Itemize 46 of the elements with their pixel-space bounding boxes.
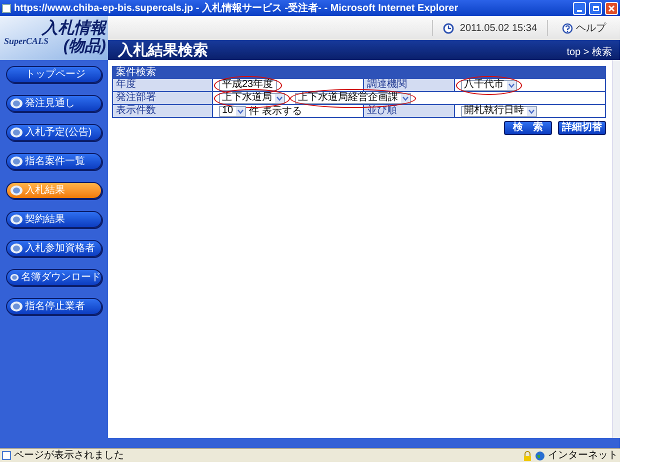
page-icon [2,451,11,460]
select-field[interactable]: 八千代市 [461,80,517,90]
select-field[interactable]: 平成23年度 [219,80,278,90]
select-field[interactable]: 開札執行日時 [461,106,537,116]
form-button[interactable]: 検 索 [504,121,552,135]
date-time: 2011.05.02 15:34 [460,22,537,36]
help-icon [562,22,573,34]
minimize-button[interactable] [573,2,586,14]
field-label: 年度 [113,79,213,91]
window-title: https://www.chiba-ep-bis.supercals.jp - 入札情報サービス -受注者- - Microsoft Internet Explorer [14,1,460,16]
nav-button[interactable]: 指名停止業者 [6,298,102,315]
clock-icon [442,22,454,34]
zone-text: インターネット [548,449,618,463]
select-field[interactable]: 上下水道局経営企画課 [295,92,411,104]
form-button[interactable]: 詳細切替 [558,121,606,135]
field-label: 表示件数 [113,105,213,117]
nav-button[interactable]: 名簿ダウンロード [6,269,102,286]
close-icon [608,4,615,12]
nav-button[interactable]: 入札予定(公告) [6,124,102,141]
select-field[interactable]: 上下水道局 [219,92,285,104]
caret-icon [275,94,284,102]
logo-subtitle: (物品) [63,38,106,56]
scrollbar-track[interactable] [612,60,620,438]
page-title: 入札結果検索 [118,42,208,58]
browser-icon [2,4,11,12]
field-label: 調達機関 [363,79,455,91]
caret-icon [527,106,536,116]
field-label: 発注部署 [113,92,213,104]
caret-icon [401,94,410,102]
help-link[interactable]: ヘルプ [548,20,620,36]
form-title: 案件検索 [113,67,605,78]
caret-icon [236,106,246,116]
logo-title: 入札情報 [42,20,106,38]
nav-button[interactable]: 指名案件一覧 [6,153,102,170]
nav-button[interactable]: トップページ [6,66,102,83]
nav-button[interactable]: 発注見通し [6,95,102,112]
nav-button[interactable]: 入札参加資格者 [6,240,102,257]
logo-brand: SuperCALS [4,36,49,48]
nav-button[interactable]: 契約結果 [6,211,102,228]
lock-icon [523,450,532,460]
status-text: ページが表示されました [14,448,125,463]
caret-icon [507,80,516,90]
maximize-button[interactable] [589,2,602,14]
close-button[interactable] [605,2,618,14]
breadcrumb: top > 検索 [566,46,612,60]
select-field[interactable]: 10 [219,106,246,116]
